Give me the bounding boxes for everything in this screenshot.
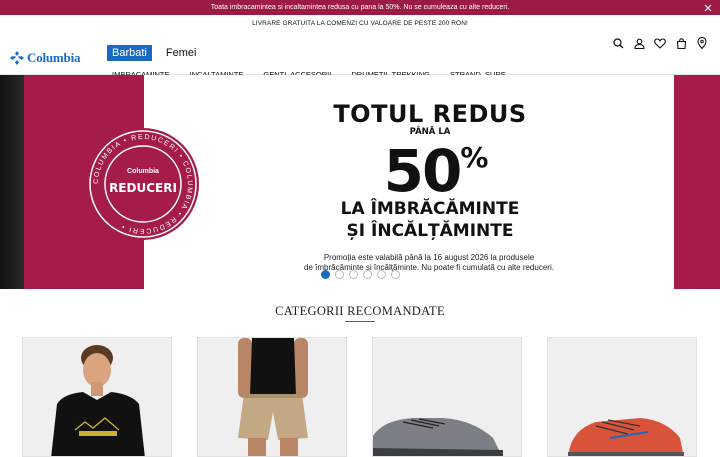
section-title: CATEGORII RECOMANDATE (275, 304, 445, 318)
carousel-dots (321, 270, 400, 279)
hero-percent: 50% (130, 137, 720, 205)
gender-tab-femei[interactable]: Femei (161, 45, 202, 61)
carousel-dot-4[interactable] (363, 270, 372, 279)
category-cards (22, 337, 697, 457)
category-card-shorts[interactable] (197, 337, 347, 457)
hero-line-1: LA ÎMBRĂCĂMINTE (340, 199, 520, 219)
cart-icon[interactable] (675, 37, 687, 49)
hero-line-2: ȘI ÎNCĂLȚĂMINTE (346, 221, 514, 241)
carousel-dot-2[interactable] (335, 270, 344, 279)
promo-topbar: Toata imbracamintea si incaltamintea red… (0, 0, 720, 15)
hero-dark-edge (0, 75, 24, 289)
carousel-dot-6[interactable] (391, 270, 400, 279)
hero-percent-sign: % (460, 141, 488, 174)
section-title-underline (345, 321, 375, 322)
shipping-banner: LIVRARE GRATUITA LA COMENZI CU VALOARE D… (252, 20, 468, 27)
hero-headline: TOTUL REDUS (333, 100, 527, 128)
close-icon[interactable] (702, 0, 714, 15)
carousel-dot-1[interactable] (321, 270, 330, 279)
hero-terms-line-1: Promoția este valabilă până la 16 august… (323, 253, 535, 262)
tshirt-model-image (23, 338, 171, 456)
hero-terms: Promoția este valabilă până la 16 august… (258, 253, 600, 273)
promo-message: Toata imbracamintea si incaltamintea red… (210, 4, 510, 11)
header-icons (612, 37, 708, 49)
hero-terms-line-2: de îmbrăcăminte și încălțăminte. Nu poat… (304, 263, 554, 272)
account-icon[interactable] (633, 37, 645, 49)
hero-banner[interactable]: COLUMBIA • REDUCERI • COLUMBIA • REDUCER… (0, 75, 720, 289)
search-icon[interactable] (612, 37, 624, 49)
grey-shoe-image (373, 338, 521, 456)
columbia-logo[interactable]: Columbia (10, 50, 81, 66)
hero-upto: PÂNĂ LA (409, 127, 451, 137)
columbia-diamond-icon (10, 51, 24, 65)
category-card-shoes-red[interactable] (547, 337, 697, 457)
category-card-shoes-grey[interactable] (372, 337, 522, 457)
hero-percent-value: 50 (383, 137, 463, 205)
gender-tab-barbati[interactable]: Barbati (107, 45, 152, 61)
carousel-dot-3[interactable] (349, 270, 358, 279)
red-shoe-image (548, 338, 696, 456)
wishlist-icon[interactable] (654, 37, 666, 49)
store-locator-icon[interactable] (696, 37, 708, 49)
carousel-dot-5[interactable] (377, 270, 386, 279)
gender-switch: Barbati Femei (107, 45, 201, 61)
shorts-model-image (198, 338, 346, 456)
category-card-tshirts[interactable] (22, 337, 172, 457)
site-header: LIVRARE GRATUITA LA COMENZI CU VALOARE D… (0, 15, 720, 79)
logo-text: Columbia (27, 50, 81, 65)
